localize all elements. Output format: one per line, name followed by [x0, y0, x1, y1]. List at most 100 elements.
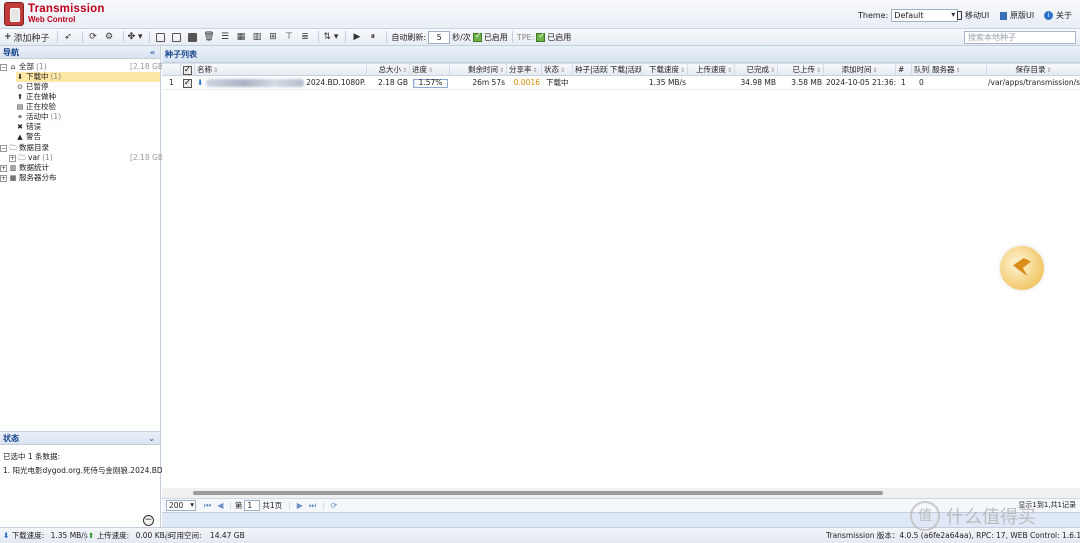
nav-item-error[interactable]: ✖ 错误: [16, 122, 41, 132]
page-input[interactable]: 1: [244, 500, 261, 511]
nav-item-paused[interactable]: ⊙ 已暂停: [16, 82, 48, 92]
minus-circle-button[interactable]: −: [143, 515, 154, 526]
theme-select[interactable]: Default: [891, 9, 959, 22]
stop-button[interactable]: ⏸: [366, 31, 379, 44]
row-checkbox-cell[interactable]: [181, 77, 195, 89]
search-input[interactable]: 搜索本地种子: [964, 31, 1076, 44]
nav-item-checking[interactable]: ▤ 正在校验: [16, 102, 56, 112]
prev-page-icon[interactable]: ◀: [217, 501, 223, 510]
enabled-checkbox-2[interactable]: [536, 31, 546, 42]
col-name[interactable]: 名称⇕: [195, 64, 367, 76]
labels-button[interactable]: ≣: [298, 31, 311, 44]
col-status[interactable]: 状态⇕: [542, 64, 573, 76]
name-blurred-region: [205, 79, 304, 87]
start-all-button[interactable]: [154, 31, 167, 44]
select-all-checkbox[interactable]: [183, 64, 192, 76]
col-progress[interactable]: 进度⇕: [410, 64, 450, 76]
row-status: 下载中: [546, 78, 569, 87]
col-download-speed[interactable]: 下载速度⇕: [642, 64, 688, 76]
sort-button[interactable]: ⇅ ▾: [323, 31, 338, 44]
collapse-toggle-icon[interactable]: −: [0, 63, 7, 71]
brand-title: Transmission: [28, 3, 105, 15]
collapse-icon[interactable]: «: [150, 46, 155, 59]
nav-item-all[interactable]: − ⌂ 全部 (1) [2.18 GB]: [0, 62, 166, 72]
col-seeds[interactable]: 种子|活跃: [573, 64, 608, 76]
row-name[interactable]: ⬇ 2024.BD.1080P.: [195, 77, 367, 89]
col-completed[interactable]: 已完成⇕: [735, 64, 778, 76]
torrent-list-title-label: 种子列表: [165, 50, 197, 59]
nav-item-downloading[interactable]: ⬇ 下载中 (1): [16, 72, 160, 82]
about-link[interactable]: i 关于: [1044, 10, 1072, 21]
start-all-icon: [156, 32, 166, 42]
watermark-logo-icon: 值: [910, 501, 940, 531]
rocket-button[interactable]: ➶: [62, 31, 75, 44]
torrent-list-panel: 种子列表 名称⇕ 总大小⇕ 进度⇕ 剩余时间⇕ 分享率⇕ 状态⇕ 种子|活跃 下…: [162, 46, 1080, 527]
collapse-toggle-icon[interactable]: −: [0, 144, 7, 152]
stats-button[interactable]: ▥: [250, 31, 263, 44]
nav-item-stats[interactable]: + ▥ 数据统计: [0, 163, 49, 173]
verify-button[interactable]: ☰: [218, 31, 231, 44]
sort-icon: ⇕: [769, 67, 775, 74]
scrollbar-thumb[interactable]: [193, 491, 883, 495]
delete-button[interactable]: 🗑: [202, 31, 215, 44]
row-checkbox[interactable]: [183, 77, 192, 89]
col-upload-speed[interactable]: 上传速度⇕: [688, 64, 735, 76]
col-label: #: [898, 65, 905, 74]
grid-header: 名称⇕ 总大小⇕ 进度⇕ 剩余时间⇕ 分享率⇕ 状态⇕ 种子|活跃 下载|活跃 …: [162, 63, 1080, 76]
col-server[interactable]: 服务器⇕: [930, 64, 987, 76]
edit-button[interactable]: [186, 31, 199, 44]
sort-icon: ⇕: [955, 67, 961, 74]
collapse-down-icon[interactable]: ⌄: [148, 432, 155, 445]
col-remaining[interactable]: 剩余时间⇕: [450, 64, 507, 76]
first-page-icon[interactable]: ⏮: [204, 501, 211, 511]
reload-icon[interactable]: ⟳: [331, 501, 338, 510]
col-number[interactable]: #: [896, 64, 912, 76]
expand-toggle-icon[interactable]: +: [0, 174, 7, 182]
reannounce-button[interactable]: ▦: [234, 31, 247, 44]
nav-item-seeding[interactable]: ⬆ 正在做种: [16, 92, 56, 102]
nav-item-warning[interactable]: ▲ 警告: [16, 132, 41, 142]
nav-item-data-dir[interactable]: − 🗀 数据目录: [0, 143, 49, 153]
nav-item-active[interactable]: ⚭ 活动中 (1): [16, 112, 61, 122]
col-size[interactable]: 总大小⇕: [367, 64, 410, 76]
table-row[interactable]: 1 ⬇ 2024.BD.1080P. 2.18 GB 1.57% 26m 57s…: [162, 77, 1080, 90]
rename-button[interactable]: ⊤: [282, 31, 295, 44]
mobile-ui-link[interactable]: 移动UI: [957, 10, 989, 21]
col-label: 上传速度: [695, 65, 726, 74]
refresh-button[interactable]: ⟳: [87, 31, 100, 44]
enabled-checkbox-1[interactable]: [472, 31, 482, 42]
col-peers[interactable]: 下载|活跃: [608, 64, 642, 76]
pager-divider: |: [229, 501, 232, 510]
col-select-all[interactable]: [181, 64, 195, 76]
row-progress-bar: 1.57%: [413, 78, 448, 88]
row-number: 1: [901, 78, 906, 87]
expand-toggle-icon[interactable]: +: [0, 164, 7, 172]
col-ratio[interactable]: 分享率⇕: [507, 64, 542, 76]
next-page-icon[interactable]: ▶: [297, 501, 303, 510]
warning-icon: ▲: [17, 133, 23, 141]
col-added[interactable]: 添加时间⇕: [824, 64, 896, 76]
refresh-interval-input[interactable]: 5: [428, 30, 451, 44]
nav-item-label: 服务器分布: [19, 173, 57, 182]
col-label: 状态: [544, 65, 559, 74]
nav-item-servers[interactable]: + ▦ 服务器分布: [0, 173, 57, 183]
toolbar-divider: [149, 31, 151, 43]
col-uploaded[interactable]: 已上传⇕: [778, 64, 824, 76]
pause-all-button[interactable]: [170, 31, 183, 44]
plugins-button[interactable]: ✤ ▾: [128, 31, 143, 44]
add-torrent-button[interactable]: + 添加种子: [4, 31, 50, 44]
horizontal-scrollbar[interactable]: [162, 488, 1080, 498]
expand-toggle-icon[interactable]: +: [9, 154, 16, 162]
last-page-icon[interactable]: ⏭: [309, 501, 316, 511]
brand-subtitle: Web Control: [28, 15, 76, 24]
settings-button[interactable]: ⚙: [103, 31, 116, 44]
nav-item-var[interactable]: + 🗀 var (1) [2.18 GB]: [9, 153, 166, 163]
move-button[interactable]: ⊞: [266, 31, 279, 44]
col-queue[interactable]: 队列: [912, 64, 930, 76]
torrent-list-title: 种子列表: [162, 46, 1080, 63]
original-ui-link[interactable]: 原版UI: [1000, 10, 1034, 21]
page-size-select[interactable]: 200: [166, 500, 196, 511]
start-button[interactable]: ▶: [350, 31, 363, 44]
nav-item-label: 活动中: [26, 112, 49, 121]
col-save-dir[interactable]: 保存目录⇕: [987, 64, 1080, 76]
